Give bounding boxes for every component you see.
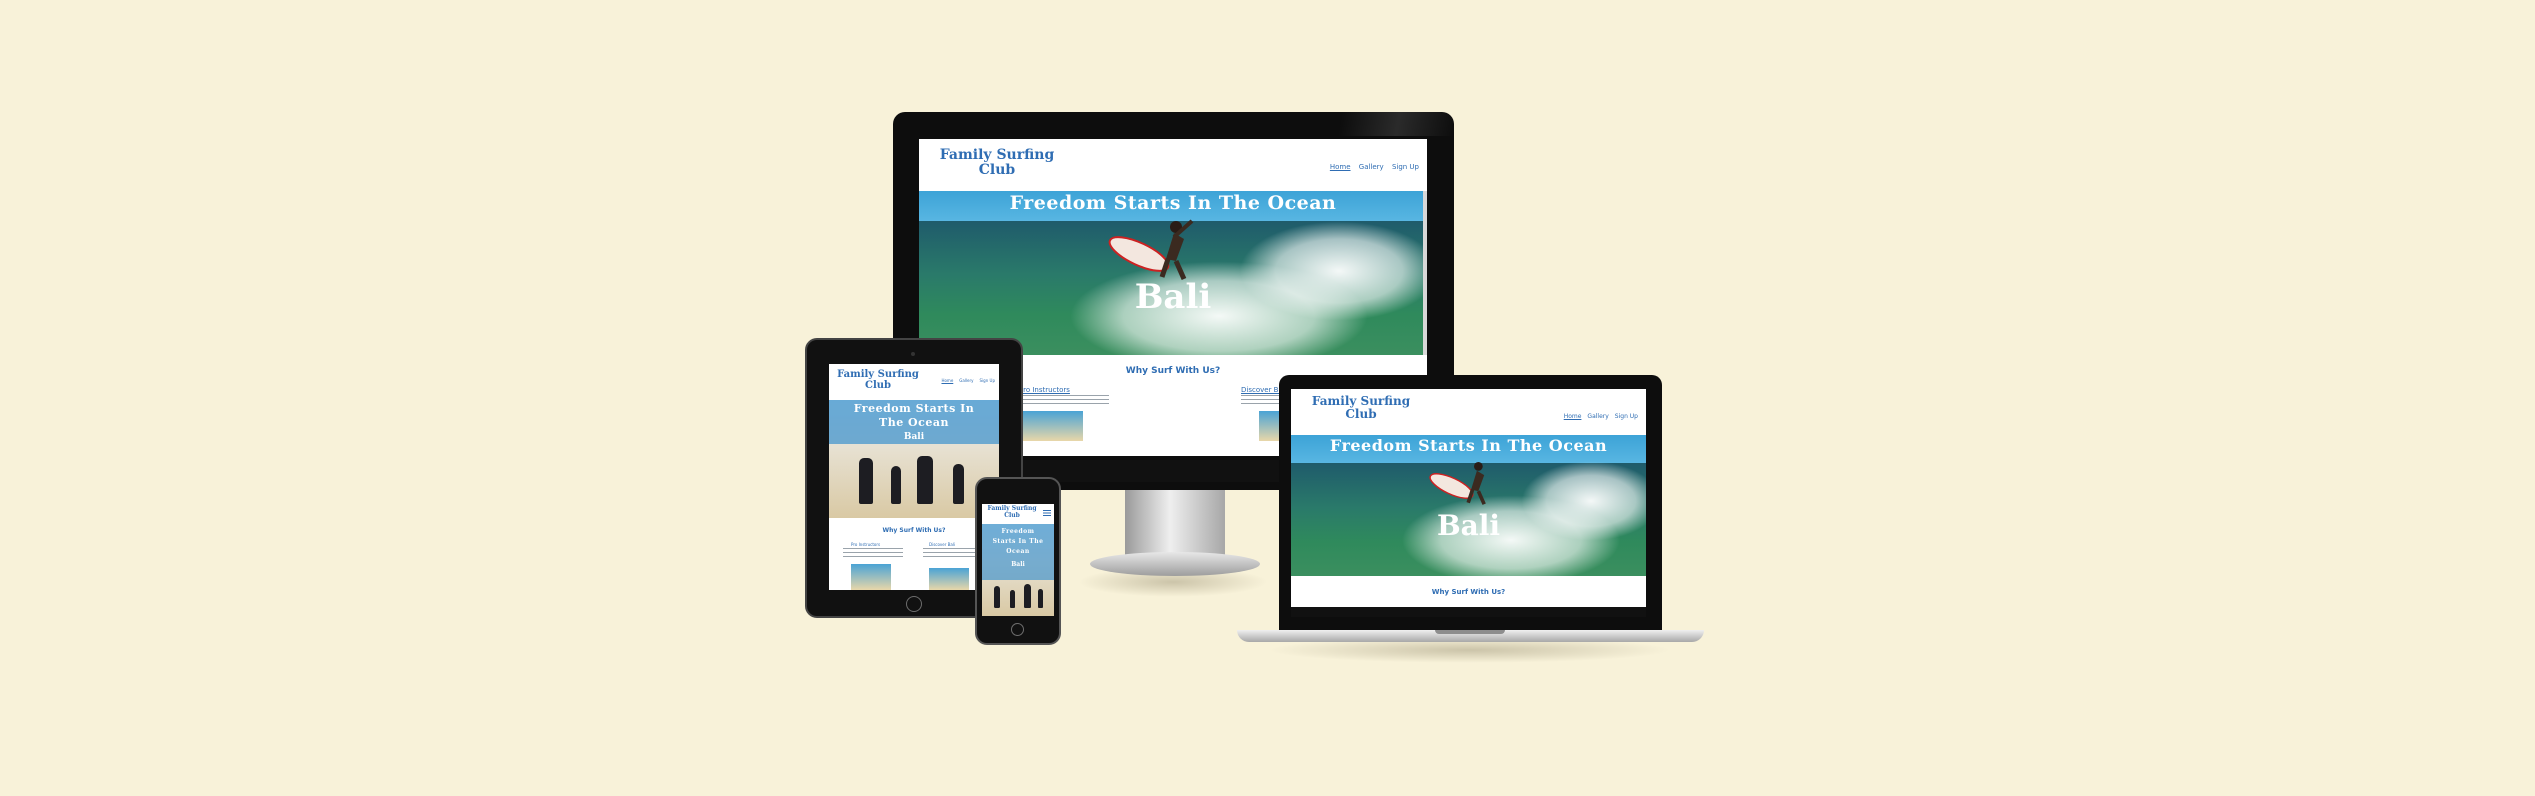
phone-home-button-icon[interactable] (1011, 623, 1024, 636)
nav-home[interactable]: Home (1330, 163, 1351, 171)
desktop-stand-base (1090, 552, 1260, 576)
feature-left-title[interactable]: Pro Instructors (1019, 386, 1070, 394)
camera-icon (911, 352, 915, 356)
phone-hero: Freedom Starts In The Ocean Bali (982, 524, 1054, 616)
brand-line-2: Club (978, 162, 1016, 179)
phone: Family Surfing Club Freedom Starts In Th… (975, 477, 1061, 645)
brand-line-1: Family Surfing (939, 147, 1055, 163)
laptop: Family Surfing Club Home Gallery Sign Up F… (1237, 375, 1704, 665)
laptop-brand[interactable]: Family Surfing Club (1311, 394, 1411, 421)
phone-brand[interactable]: Family Surfing Club (986, 505, 1038, 519)
hero-banner: Freedom Starts In The Ocean Bali (919, 191, 1427, 355)
home-button-icon[interactable] (906, 596, 922, 612)
laptop-hero: Freedom Starts In The Ocean Bali (1291, 435, 1646, 576)
tablet-nav: Home Gallery Sign Up (941, 378, 995, 383)
feature-left-image (1019, 411, 1083, 441)
laptop-notch (1435, 630, 1505, 634)
tablet-screen: Family Surfing Club Home Gallery Sign Up F… (829, 364, 999, 590)
scrollbar[interactable] (1423, 191, 1427, 355)
laptop-screen: Family Surfing Club Home Gallery Sign Up F… (1291, 389, 1646, 617)
laptop-nav: Home Gallery Sign Up (1563, 413, 1638, 420)
hamburger-menu-icon[interactable] (1043, 510, 1051, 516)
nav-gallery[interactable]: Gallery (1359, 163, 1384, 171)
phone-screen: Family Surfing Club Freedom Starts In Th… (982, 504, 1054, 616)
nav-signup[interactable]: Sign Up (1392, 163, 1419, 171)
tablet-brand[interactable]: Family Surfing Club (833, 369, 923, 391)
desktop-glare (1313, 112, 1454, 136)
hero-title: Freedom Starts In The Ocean (1009, 192, 1337, 214)
site-nav: Home Gallery Sign Up (1324, 163, 1419, 171)
hero-subtitle: Bali (1134, 277, 1212, 317)
tablet-hero: Freedom Starts In The Ocean Bali (829, 400, 999, 518)
site-brand[interactable]: Family Surfing Club (937, 147, 1057, 179)
desktop-stand-neck (1125, 487, 1225, 559)
